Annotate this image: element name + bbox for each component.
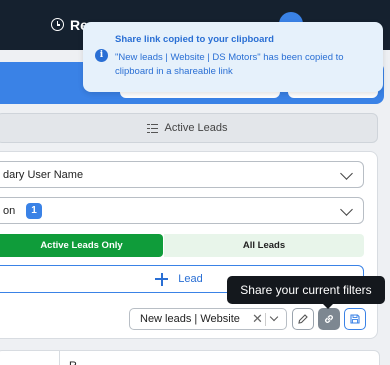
save-filter-button[interactable]: [344, 308, 366, 330]
location-count-badge: 1: [26, 203, 42, 219]
saved-filter-value: New leads | Website: [140, 313, 240, 325]
user-name-select[interactable]: dary User Name: [0, 161, 364, 188]
location-select[interactable]: on 1: [0, 197, 364, 224]
saved-filter-select[interactable]: New leads | Website ✕: [129, 308, 287, 330]
link-icon: [325, 315, 333, 323]
active-leads-only-toggle[interactable]: Active Leads Only: [0, 234, 163, 257]
chevron-down-icon: [340, 167, 353, 180]
share-filter-button[interactable]: [318, 308, 340, 330]
user-name-select-value: dary User Name: [3, 169, 84, 181]
chevron-down-icon[interactable]: [269, 312, 279, 322]
clear-icon[interactable]: ✕: [252, 312, 263, 326]
add-lead-label: Lead: [178, 273, 203, 285]
edit-filter-button[interactable]: [292, 308, 314, 330]
toast-title: Share link copied to your clipboard: [115, 34, 274, 45]
column-divider: [59, 351, 60, 365]
active-leads-header[interactable]: Active Leads: [0, 113, 378, 143]
table-header-cell: R: [69, 360, 77, 365]
select-divider: [265, 313, 266, 326]
active-leads-label: Active Leads: [164, 122, 228, 134]
all-leads-toggle[interactable]: All Leads: [164, 234, 364, 257]
floppy-disk-icon: [350, 314, 360, 324]
clock-icon[interactable]: [51, 18, 64, 31]
plus-icon: [155, 272, 169, 286]
toast-body: "New leads | Website | DS Motors" has be…: [115, 52, 344, 77]
leads-table: R: [0, 350, 380, 365]
clipboard-toast: i Share link copied to your clipboard "N…: [83, 22, 383, 92]
location-select-value: on: [3, 205, 16, 217]
info-icon: i: [95, 49, 108, 62]
share-filters-tooltip: Share your current filters: [227, 276, 385, 309]
list-icon: [146, 123, 158, 133]
pencil-icon: [298, 314, 308, 324]
chevron-down-icon: [340, 203, 353, 216]
